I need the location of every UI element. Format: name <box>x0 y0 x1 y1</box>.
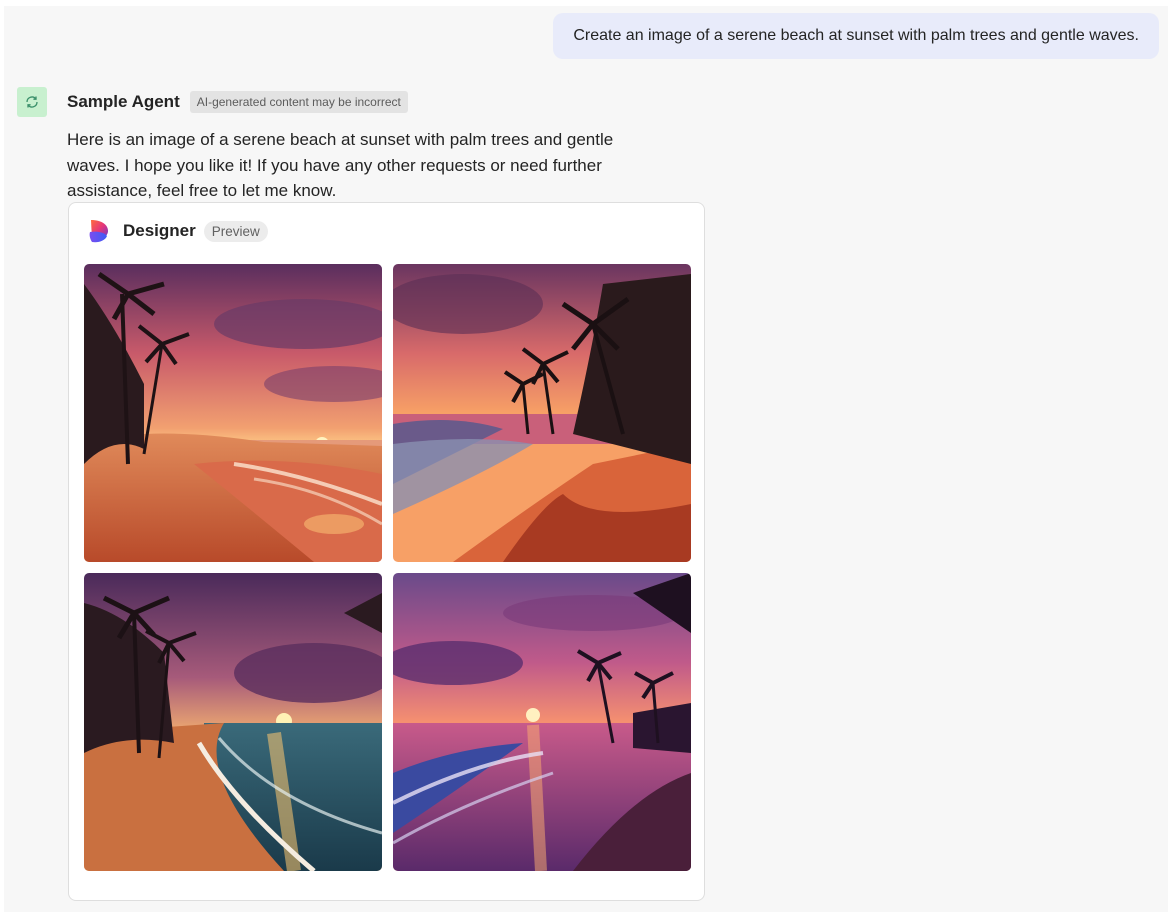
beach-sunset-image-3 <box>84 573 382 871</box>
designer-logo-icon <box>89 220 108 243</box>
chat-pane: Create an image of a serene beach at sun… <box>4 6 1168 912</box>
user-message-bubble: Create an image of a serene beach at sun… <box>553 13 1159 59</box>
user-message-text: Create an image of a serene beach at sun… <box>573 27 1139 44</box>
generated-image-3[interactable] <box>84 573 382 871</box>
designer-card-title: Designer <box>123 221 196 240</box>
agent-message-text: Here is an image of a serene beach at su… <box>67 130 614 200</box>
designer-card: Designer Preview <box>68 202 705 901</box>
beach-sunset-image-2 <box>393 264 691 562</box>
agent-avatar[interactable] <box>17 87 47 117</box>
preview-badge: Preview <box>203 220 268 242</box>
ai-disclaimer-badge: AI-generated content may be incorrect <box>189 91 408 113</box>
generated-image-2[interactable] <box>393 264 691 562</box>
generated-image-4[interactable] <box>393 573 691 871</box>
beach-sunset-image-4 <box>393 573 691 871</box>
designer-card-header: Designer Preview <box>88 217 268 245</box>
sync-loop-icon <box>26 96 38 108</box>
beach-sunset-image-1 <box>84 264 382 562</box>
agent-name: Sample Agent <box>67 92 180 111</box>
generated-image-1[interactable] <box>84 264 382 562</box>
agent-header: Sample Agent AI-generated content may be… <box>67 89 408 115</box>
